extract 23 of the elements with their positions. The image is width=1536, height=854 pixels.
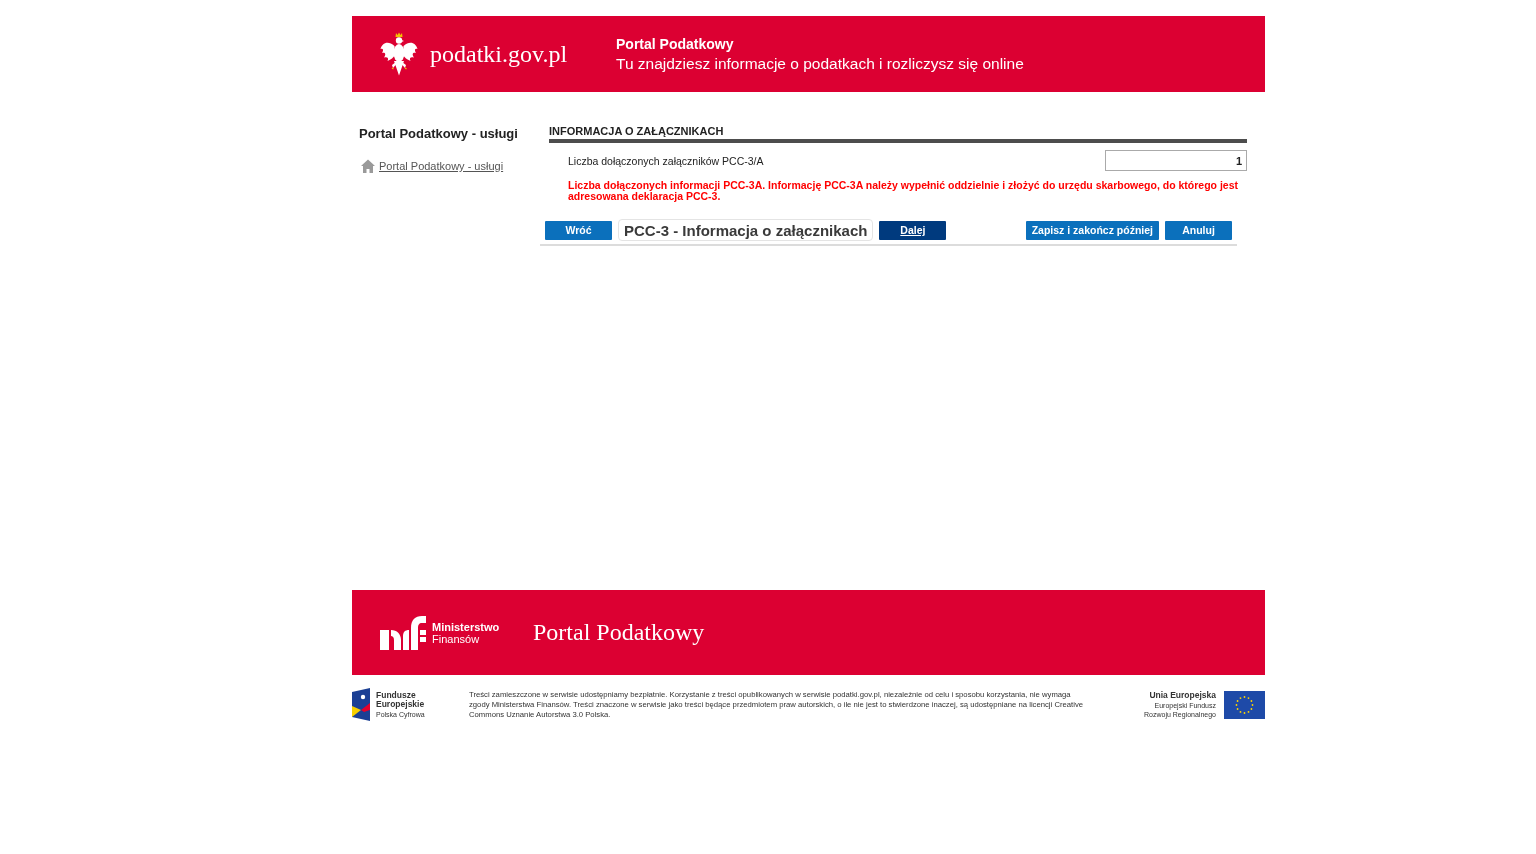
header-title: Portal Podatkowy — [616, 35, 735, 54]
warning-message: Liczba dołączonych informacji PCC-3A. Informację PCC-3A należy wypełnić oddzielnie i złożyć do urzędu skarbowego, do którego jest adresowana deklaracja PCC-3. — [567, 180, 1239, 202]
field-label: Liczba dołączonych załączników PCC-3/A — [568, 154, 764, 167]
site-logo-text[interactable]: podatki.gov.pl — [430, 40, 568, 68]
ministry-mf-logo-icon — [380, 615, 426, 650]
form-title: PCC-3 - Informacja o załącznikach — [618, 219, 874, 241]
home-icon — [361, 159, 375, 173]
eagle-emblem-icon — [380, 32, 418, 76]
ministry-name: Ministerstwo Finansów — [432, 620, 500, 645]
action-button[interactable]: Anuluj — [1165, 220, 1232, 240]
eu-name: Unia Europejska — [1149, 690, 1216, 701]
footer-title: Portal Podatkowy — [533, 619, 705, 646]
header-subtitle: Tu znajdziesz informacje o podatkach i rozliczysz się online — [616, 54, 1024, 73]
action-button[interactable]: Zapisz i zakończ później — [1025, 220, 1159, 240]
back-button[interactable]: Wróć — [545, 220, 612, 240]
next-button[interactable]: Dalej — [879, 220, 947, 240]
sidebar-title: Portal Podatkowy - usługi — [359, 126, 519, 142]
funds-name: Fundusze Europejskie — [376, 690, 425, 709]
section-heading: INFORMACJA O ZAŁĄCZNIKACH — [549, 125, 1247, 143]
sidebar-link[interactable]: Portal Podatkowy - usługi — [379, 160, 504, 172]
eu-flag-icon — [1224, 690, 1265, 719]
input-field[interactable]: 1 — [1105, 150, 1247, 171]
funds-logo-icon — [352, 688, 370, 721]
